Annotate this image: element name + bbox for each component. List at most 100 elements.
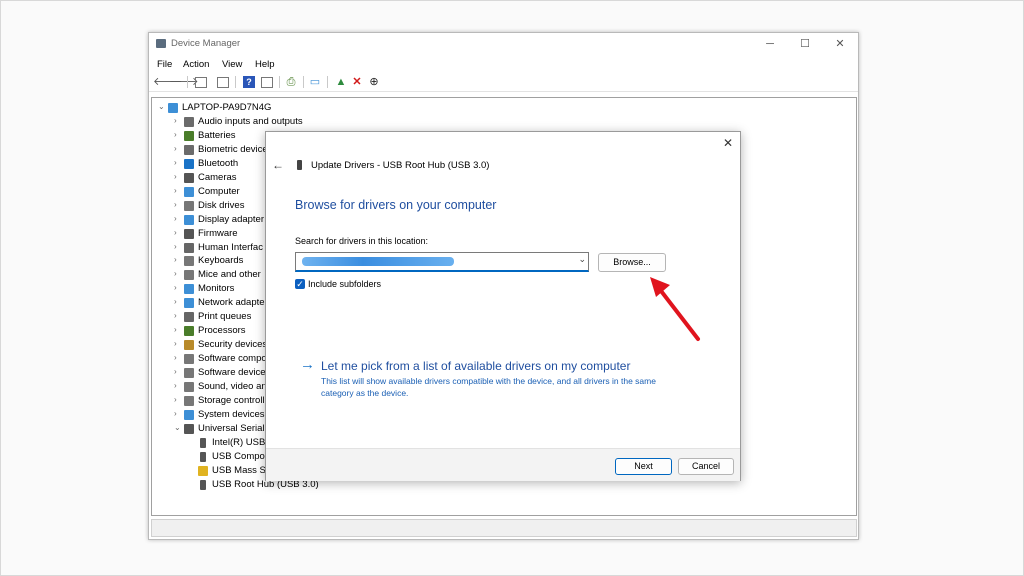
- chevron-right-icon[interactable]: ›: [174, 395, 182, 404]
- chevron-right-icon[interactable]: ›: [174, 144, 182, 153]
- toolbar-separator: [303, 76, 304, 88]
- include-subfolders-label[interactable]: Include subfolders: [308, 279, 381, 289]
- show-hide-console-icon[interactable]: [195, 77, 207, 88]
- monitor-icon: [184, 284, 194, 295]
- chevron-right-icon[interactable]: ›: [174, 325, 182, 334]
- hid-icon: [184, 242, 194, 253]
- dialog-footer: Next Cancel: [266, 448, 740, 481]
- network-icon: [184, 298, 194, 309]
- dialog-header: Update Drivers - USB Root Hub (USB 3.0): [311, 160, 490, 171]
- chevron-right-icon[interactable]: ›: [174, 297, 182, 306]
- chevron-right-icon[interactable]: ›: [174, 130, 182, 139]
- update-driver-icon[interactable]: ▲: [335, 76, 347, 88]
- usb-icon: [184, 423, 194, 434]
- uninstall-icon[interactable]: ✕: [351, 76, 363, 88]
- usb-device-icon: [200, 451, 206, 462]
- computer-icon: [184, 186, 194, 197]
- tree-item-label: Intel(R) USB: [212, 436, 266, 448]
- usb-warning-icon: [198, 465, 208, 476]
- usb-device-icon: [297, 160, 302, 170]
- toolbar-separator: [187, 76, 188, 88]
- tree-item-label: Disk drives: [198, 199, 245, 211]
- tree-item-label: Processors: [198, 325, 246, 337]
- tree-item-label: Biometric device: [198, 143, 268, 155]
- menu-view[interactable]: View: [222, 59, 242, 70]
- chevron-right-icon[interactable]: ›: [174, 283, 182, 292]
- usb-device-icon: [200, 479, 206, 490]
- system-icon: [184, 409, 194, 420]
- tree-item-label: Cameras: [198, 171, 237, 183]
- tree-item[interactable]: › Audio inputs and outputs: [174, 115, 534, 129]
- disk-icon: [184, 200, 194, 211]
- chevron-right-icon[interactable]: ›: [174, 186, 182, 195]
- processor-icon: [184, 326, 194, 337]
- back-arrow-icon[interactable]: 🡐: [153, 76, 183, 88]
- browse-button[interactable]: Browse...: [598, 253, 666, 272]
- chevron-right-icon[interactable]: ›: [174, 242, 182, 251]
- toolbar-separator: [235, 76, 236, 88]
- tree-item-label: Mice and other: [198, 269, 261, 281]
- chevron-right-icon[interactable]: ›: [174, 339, 182, 348]
- disable-device-icon[interactable]: ⊕: [368, 76, 380, 88]
- next-button[interactable]: Next: [615, 458, 672, 475]
- update-drivers-dialog: ✕ ← Update Drivers - USB Root Hub (USB 3…: [265, 131, 741, 481]
- tree-item-label: Computer: [198, 185, 240, 197]
- chevron-right-icon[interactable]: ›: [174, 116, 182, 125]
- close-window-button[interactable]: ✕: [825, 35, 855, 53]
- arrow-right-icon[interactable]: →: [300, 356, 315, 373]
- maximize-button[interactable]: ☐: [790, 35, 820, 53]
- properties-sheet-icon[interactable]: [217, 77, 229, 88]
- cancel-button[interactable]: Cancel: [678, 458, 734, 475]
- device-manager-icon: [156, 39, 166, 48]
- window-title: Device Manager: [171, 38, 241, 49]
- biometric-icon: [184, 144, 194, 155]
- chevron-down-icon[interactable]: ⌄: [578, 254, 586, 265]
- firmware-icon: [184, 228, 194, 239]
- forward-arrow-icon[interactable]: 🡒: [169, 76, 199, 88]
- chevron-down-icon[interactable]: ⌄: [174, 423, 182, 432]
- view-icon[interactable]: [261, 77, 273, 88]
- scan-hardware-icon[interactable]: ⎙: [285, 76, 297, 88]
- back-arrow-icon[interactable]: ←: [272, 158, 286, 172]
- chevron-right-icon[interactable]: ›: [174, 255, 182, 264]
- chevron-right-icon[interactable]: ›: [174, 214, 182, 223]
- tree-item-label: USB Mass St: [212, 464, 269, 476]
- status-bar: [151, 519, 857, 537]
- chevron-right-icon[interactable]: ›: [174, 367, 182, 376]
- chevron-right-icon[interactable]: ›: [174, 200, 182, 209]
- monitor-update-icon[interactable]: ▭: [309, 76, 321, 88]
- tree-root[interactable]: ⌄ LAPTOP-PA9D7N4G: [158, 101, 518, 115]
- include-subfolders-checkbox[interactable]: ✓: [295, 279, 305, 289]
- chevron-right-icon[interactable]: ›: [174, 269, 182, 278]
- chevron-right-icon[interactable]: ›: [174, 353, 182, 362]
- driver-path-input[interactable]: ⌄: [295, 252, 589, 272]
- menu-help[interactable]: Help: [255, 59, 275, 70]
- minimize-button[interactable]: ─: [755, 35, 785, 53]
- menu-file[interactable]: File: [157, 59, 172, 70]
- path-selected-text: [302, 257, 454, 266]
- tree-item-label: Audio inputs and outputs: [198, 115, 303, 127]
- search-location-label: Search for drivers in this location:: [295, 236, 429, 246]
- tree-item-label: Software device: [198, 367, 266, 379]
- tree-item-label: Monitors: [198, 283, 235, 295]
- chevron-right-icon[interactable]: ›: [174, 158, 182, 167]
- pick-driver-link[interactable]: Let me pick from a list of available dri…: [321, 359, 630, 373]
- tree-item-label: Bluetooth: [198, 157, 239, 169]
- annotation-arrow-icon: [650, 277, 700, 341]
- help-icon[interactable]: ?: [243, 76, 255, 88]
- chevron-right-icon[interactable]: ›: [174, 409, 182, 418]
- chevron-right-icon[interactable]: ›: [174, 172, 182, 181]
- security-icon: [184, 340, 194, 351]
- pick-driver-description: This list will show available drivers co…: [321, 376, 656, 398]
- chevron-right-icon[interactable]: ›: [174, 311, 182, 320]
- menu-action[interactable]: Action: [183, 59, 209, 70]
- speaker-icon: [184, 116, 194, 127]
- tree-item-label: Security devices: [198, 339, 268, 351]
- chevron-right-icon[interactable]: ›: [174, 228, 182, 237]
- dialog-close-button[interactable]: ✕: [720, 135, 736, 151]
- tree-item-label: LAPTOP-PA9D7N4G: [182, 102, 272, 113]
- toolbar-separator: [327, 76, 328, 88]
- chevron-right-icon[interactable]: ›: [174, 381, 182, 390]
- tree-item-label: Sound, video an: [198, 381, 267, 392]
- chevron-down-icon[interactable]: ⌄: [158, 102, 166, 111]
